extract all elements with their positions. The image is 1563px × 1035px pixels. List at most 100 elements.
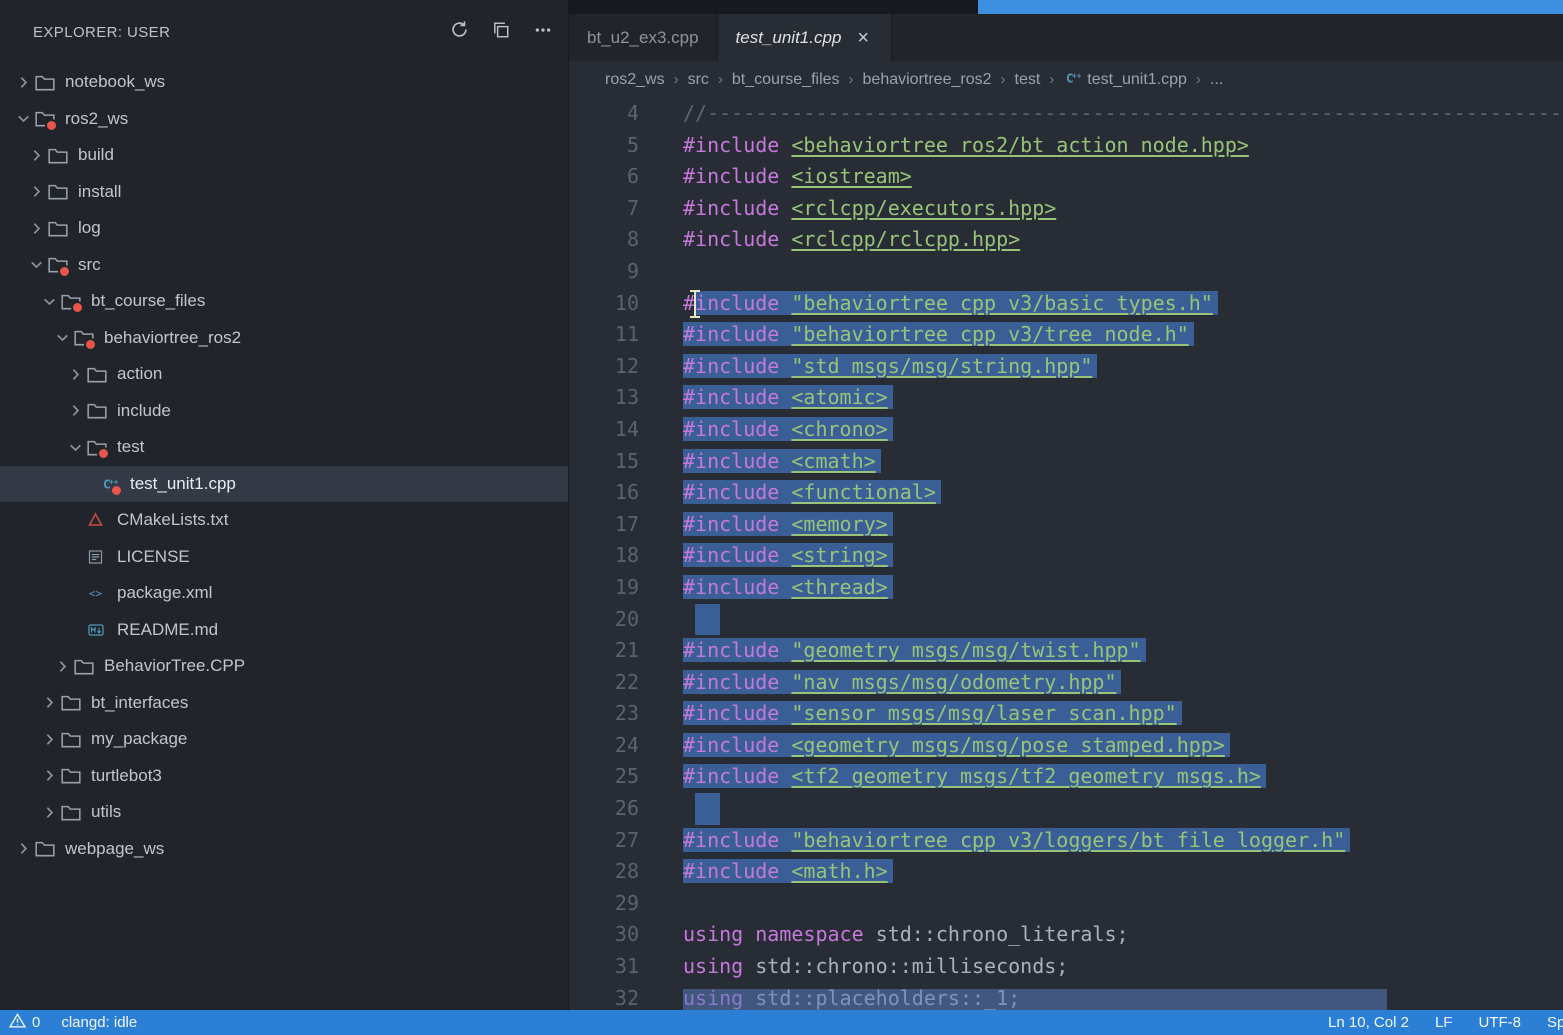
line-text: #include <cmath> xyxy=(683,446,881,478)
close-icon[interactable]: × xyxy=(853,26,873,50)
tree-folder-install[interactable]: install xyxy=(0,174,568,211)
selection-highlight: #include <math.h> xyxy=(683,859,893,883)
code-line-21[interactable]: 21#include "geometry_msgs/msg/twist.hpp" xyxy=(569,635,1563,667)
tree-folder-behaviortree_ros2[interactable]: behaviortree_ros2 xyxy=(0,320,568,357)
code-token: <tf2_geometry_msgs/tf2_geometry_msgs.h> xyxy=(791,764,1261,788)
breadcrumb-separator: › xyxy=(1049,71,1054,88)
code-line-12[interactable]: 12#include "std_msgs/msg/string.hpp" xyxy=(569,351,1563,383)
tree-folder-build[interactable]: build xyxy=(0,137,568,174)
chevron-down-icon[interactable] xyxy=(14,109,33,128)
tree-folder-ros2_ws[interactable]: ros2_ws xyxy=(0,101,568,138)
code-line-9[interactable]: 9 xyxy=(569,256,1563,288)
tree-folder-utils[interactable]: utils xyxy=(0,794,568,831)
tree-folder-src[interactable]: src xyxy=(0,247,568,284)
tree-folder-bt_course_files[interactable]: bt_course_files xyxy=(0,283,568,320)
code-line-25[interactable]: 25#include <tf2_geometry_msgs/tf2_geomet… xyxy=(569,761,1563,793)
code-line-30[interactable]: 30using namespace std::chrono_literals; xyxy=(569,919,1563,951)
problems-indicator[interactable]: 0 xyxy=(9,1013,40,1032)
selection-highlight: #include "behaviortree_cpp_v3/loggers/bt… xyxy=(683,828,1350,852)
breadcrumb-item-test_unit1.cpp[interactable]: C++test_unit1.cpp xyxy=(1063,69,1187,91)
code-token: <rclcpp/rclcpp.hpp> xyxy=(791,227,1020,251)
tree-folder-bt_interfaces[interactable]: bt_interfaces xyxy=(0,685,568,722)
chevron-right-icon[interactable] xyxy=(40,803,59,822)
code-line-27[interactable]: 27#include "behaviortree_cpp_v3/loggers/… xyxy=(569,825,1563,857)
folder-icon xyxy=(61,730,83,748)
chevron-right-icon[interactable] xyxy=(66,401,85,420)
code-line-28[interactable]: 28#include <math.h> xyxy=(569,856,1563,888)
code-line-19[interactable]: 19#include <thread> xyxy=(569,572,1563,604)
indentation-indicator[interactable]: Spaces xyxy=(1547,1014,1563,1031)
tree-folder-turtlebot3[interactable]: turtlebot3 xyxy=(0,758,568,795)
chevron-right-icon[interactable] xyxy=(40,730,59,749)
breadcrumb-item-ros2_ws[interactable]: ros2_ws xyxy=(605,71,665,89)
tree-folder-my_package[interactable]: my_package xyxy=(0,721,568,758)
code-line-8[interactable]: 8#include <rclcpp/rclcpp.hpp> xyxy=(569,224,1563,256)
code-line-16[interactable]: 16#include <functional> xyxy=(569,477,1563,509)
horizontal-scrollbar[interactable] xyxy=(683,989,1387,1010)
chevron-right-icon[interactable] xyxy=(14,839,33,858)
code-line-26[interactable]: 26 xyxy=(569,793,1563,825)
code-line-15[interactable]: 15#include <cmath> xyxy=(569,446,1563,478)
tree-folder-notebook_ws[interactable]: notebook_ws xyxy=(0,64,568,101)
code-line-4[interactable]: 4//-------------------------------------… xyxy=(569,98,1563,130)
tree-file-CMakeLists.txt[interactable]: CMakeLists.txt xyxy=(0,502,568,539)
code-line-22[interactable]: 22#include "nav_msgs/msg/odometry.hpp" xyxy=(569,667,1563,699)
code-line-24[interactable]: 24#include <geometry_msgs/msg/pose_stamp… xyxy=(569,730,1563,762)
code-token xyxy=(779,449,791,473)
chevron-right-icon[interactable] xyxy=(14,73,33,92)
duplicate-button[interactable] xyxy=(486,17,516,47)
code-line-18[interactable]: 18#include <string> xyxy=(569,540,1563,572)
code-line-17[interactable]: 17#include <memory> xyxy=(569,509,1563,541)
tree-folder-BehaviorTree.CPP[interactable]: BehaviorTree.CPP xyxy=(0,648,568,685)
tab-bt_u2_ex3.cpp[interactable]: bt_u2_ex3.cpp xyxy=(569,14,718,61)
tree-file-package.xml[interactable]: <>package.xml xyxy=(0,575,568,612)
clangd-status[interactable]: clangd: idle xyxy=(61,1014,137,1031)
breadcrumb-item-test[interactable]: test xyxy=(1015,71,1041,89)
cursor-position[interactable]: Ln 10, Col 2 xyxy=(1328,1014,1409,1031)
code-line-31[interactable]: 31using std::chrono::milliseconds; xyxy=(569,951,1563,983)
breadcrumb-item-...[interactable]: ... xyxy=(1210,71,1223,89)
code-editor[interactable]: 4//-------------------------------------… xyxy=(569,98,1563,1010)
breadcrumb-item-src[interactable]: src xyxy=(688,71,709,89)
chevron-down-icon[interactable] xyxy=(66,438,85,457)
code-line-5[interactable]: 5#include <behaviortree_ros2/bt_action_n… xyxy=(569,130,1563,162)
tree-folder-test[interactable]: test xyxy=(0,429,568,466)
encoding-indicator[interactable]: UTF-8 xyxy=(1478,1014,1521,1031)
chevron-down-icon[interactable] xyxy=(27,255,46,274)
chevron-right-icon[interactable] xyxy=(27,146,46,165)
code-line-20[interactable]: 20 xyxy=(569,604,1563,636)
code-line-11[interactable]: 11#include "behaviortree_cpp_v3/tree_nod… xyxy=(569,319,1563,351)
code-line-6[interactable]: 6#include <iostream> xyxy=(569,161,1563,193)
code-token xyxy=(779,133,791,157)
code-line-7[interactable]: 7#include <rclcpp/executors.hpp> xyxy=(569,193,1563,225)
chevron-right-icon[interactable] xyxy=(53,657,72,676)
breadcrumb-item-bt_course_files[interactable]: bt_course_files xyxy=(732,71,840,89)
tree-folder-webpage_ws[interactable]: webpage_ws xyxy=(0,831,568,868)
eol-indicator[interactable]: LF xyxy=(1435,1014,1453,1031)
chevron-right-icon[interactable] xyxy=(66,365,85,384)
tree-folder-action[interactable]: action xyxy=(0,356,568,393)
code-line-13[interactable]: 13#include <atomic> xyxy=(569,382,1563,414)
chevron-down-icon[interactable] xyxy=(53,328,72,347)
tree-file-README.md[interactable]: README.md xyxy=(0,612,568,649)
refresh-button[interactable] xyxy=(444,17,474,47)
tree-folder-include[interactable]: include xyxy=(0,393,568,430)
chevron-down-icon[interactable] xyxy=(40,292,59,311)
tree-file-LICENSE[interactable]: LICENSE xyxy=(0,539,568,576)
chevron-right-icon[interactable] xyxy=(27,182,46,201)
code-line-29[interactable]: 29 xyxy=(569,888,1563,920)
code-line-23[interactable]: 23#include "sensor_msgs/msg/laser_scan.h… xyxy=(569,698,1563,730)
breadcrumb-item-behaviortree_ros2[interactable]: behaviortree_ros2 xyxy=(863,71,992,89)
more-actions-button[interactable] xyxy=(528,17,558,47)
explorer-title: EXPLORER: USER xyxy=(33,24,444,41)
code-line-10[interactable]: 10#include "behaviortree_cpp_v3/basic_ty… xyxy=(569,288,1563,320)
chevron-right-icon[interactable] xyxy=(40,766,59,785)
tree-folder-log[interactable]: log xyxy=(0,210,568,247)
tree-file-test_unit1.cpp[interactable]: C++test_unit1.cpp xyxy=(0,466,568,503)
line-number: 10 xyxy=(569,288,639,320)
chevron-right-icon[interactable] xyxy=(27,219,46,238)
tab-test_unit1.cpp[interactable]: test_unit1.cpp× xyxy=(718,14,893,61)
cmake-icon xyxy=(87,511,109,529)
chevron-right-icon[interactable] xyxy=(40,693,59,712)
code-line-14[interactable]: 14#include <chrono> xyxy=(569,414,1563,446)
